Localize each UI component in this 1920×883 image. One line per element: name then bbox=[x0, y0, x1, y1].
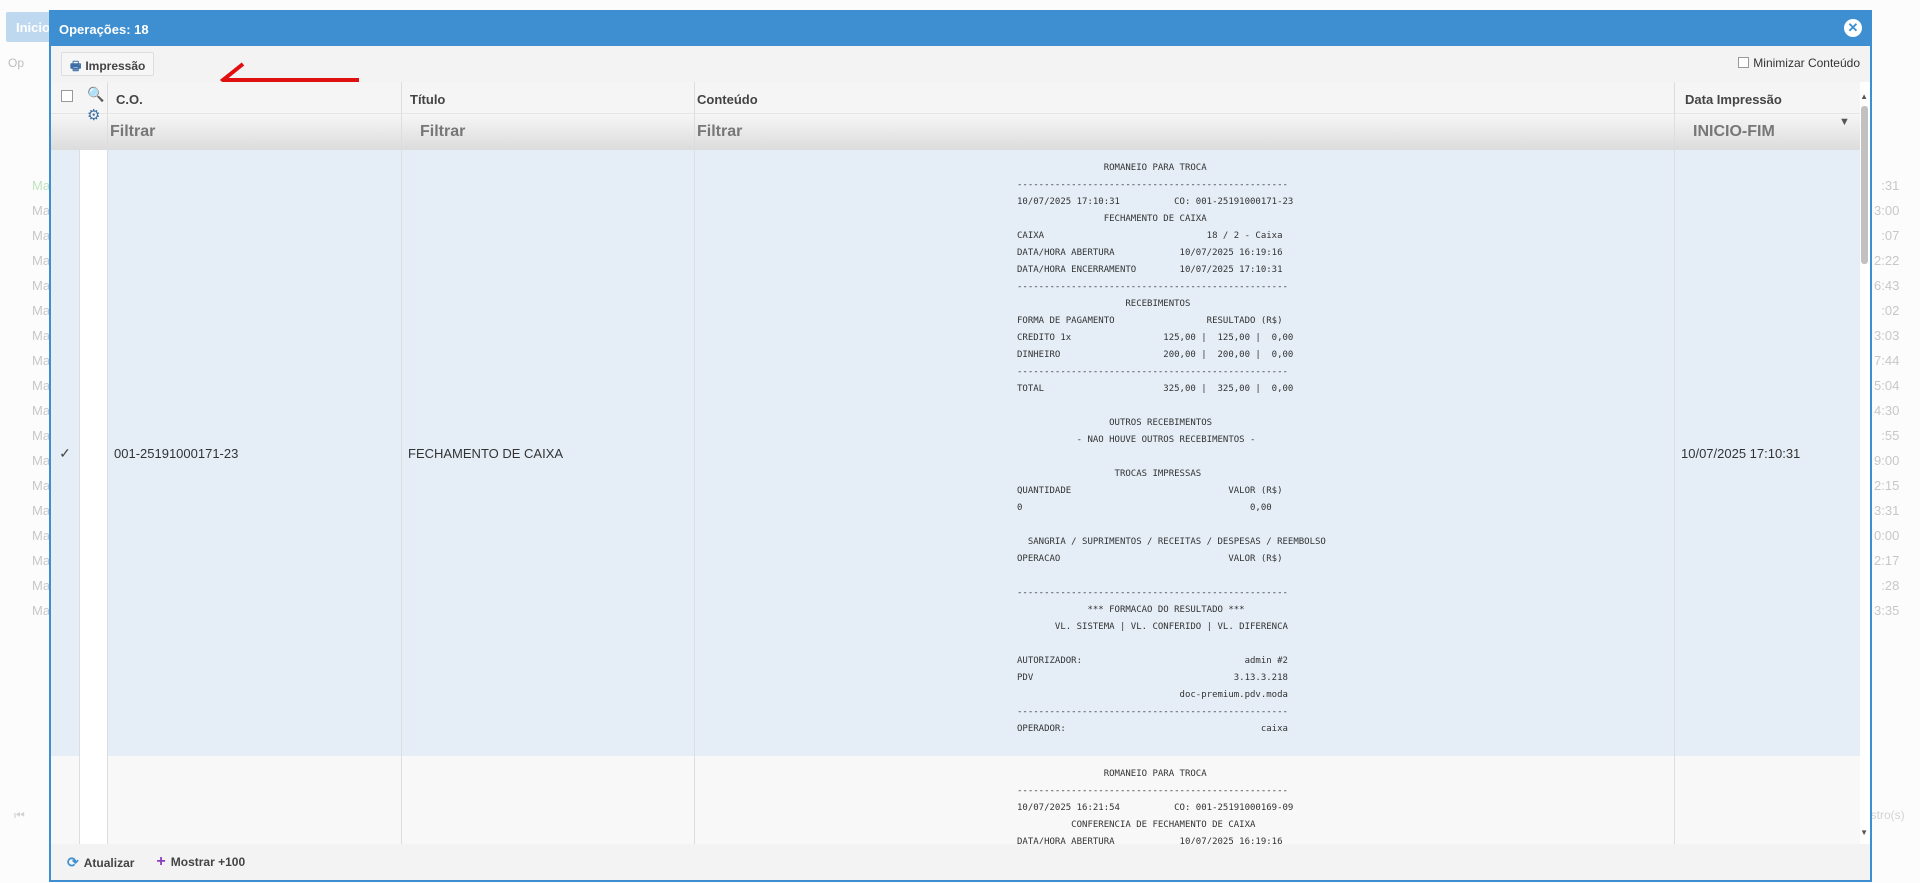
minimize-label: Minimizar Conteúdo bbox=[1753, 56, 1860, 70]
minimize-content-toggle[interactable]: Minimizar Conteúdo bbox=[1738, 56, 1860, 70]
check-icon: ✓ bbox=[59, 444, 71, 461]
filter-date-input[interactable]: INICIO-FIM bbox=[1674, 114, 1854, 150]
filter-title-input[interactable]: Filtrar bbox=[401, 114, 694, 150]
receipt-text: ROMANEIO PARA TROCA --------------------… bbox=[1017, 769, 1294, 846]
close-icon[interactable]: ✕ bbox=[1844, 19, 1862, 37]
row-select-checkbox[interactable]: ✓ bbox=[51, 150, 79, 756]
row-select-checkbox[interactable] bbox=[51, 756, 79, 846]
scroll-up-icon[interactable]: ▲ bbox=[1860, 92, 1868, 101]
refresh-button[interactable]: ⟳ Atualizar bbox=[67, 854, 134, 871]
filter-content-input[interactable]: Filtrar bbox=[694, 114, 1674, 150]
search-icon[interactable]: 🔍 bbox=[87, 86, 104, 103]
filter-select-cell bbox=[51, 114, 79, 150]
scrollbar-thumb[interactable] bbox=[1861, 106, 1868, 264]
row-date: 10/07/2025 17:10:31 bbox=[1674, 150, 1854, 756]
column-header-content[interactable]: Conteúdo bbox=[694, 82, 1674, 113]
row-co: 001-25191000171-23 bbox=[107, 150, 401, 756]
row-content: ROMANEIO PARA TROCA --------------------… bbox=[694, 150, 1674, 756]
modal-footer: ⟳ Atualizar + Mostrar +100 bbox=[51, 844, 1870, 880]
filter-co-input[interactable]: Filtrar bbox=[107, 114, 401, 150]
row-co bbox=[107, 756, 401, 846]
show-more-label: Mostrar +100 bbox=[170, 855, 246, 869]
refresh-label: Atualizar bbox=[83, 855, 135, 870]
modal-header: Operações: 18 ✕ bbox=[51, 12, 1870, 46]
column-header-date[interactable]: Data Impressão bbox=[1674, 82, 1854, 113]
gear-icon[interactable]: ⚙ bbox=[87, 106, 100, 124]
plus-icon: + bbox=[156, 853, 166, 870]
row-icons-cell bbox=[79, 756, 107, 846]
show-more-button[interactable]: + Mostrar +100 bbox=[156, 853, 245, 871]
operations-modal: Operações: 18 ✕ 🖶 Impressão Minimizar Con… bbox=[49, 10, 1872, 882]
row-title bbox=[401, 756, 694, 846]
print-button[interactable]: 🖶 Impressão bbox=[61, 52, 155, 76]
scroll-down-icon[interactable]: ▼ bbox=[1860, 828, 1868, 837]
row-title: FECHAMENTO DE CAIXA bbox=[401, 150, 694, 756]
table-row[interactable]: ROMANEIO PARA TROCA --------------------… bbox=[51, 756, 1870, 846]
minimize-checkbox[interactable] bbox=[1738, 57, 1750, 68]
row-icons-cell bbox=[79, 150, 107, 756]
filter-row: Filtrar Filtrar Filtrar INICIO-FIM bbox=[51, 114, 1870, 150]
printer-icon: 🖶 bbox=[70, 59, 82, 73]
operations-grid: C.O. Título Conteúdo Data Impressão Filt… bbox=[51, 82, 1870, 846]
modal-title: Operações: 18 bbox=[59, 22, 149, 37]
row-date bbox=[1674, 756, 1854, 846]
row-content: ROMANEIO PARA TROCA --------------------… bbox=[694, 756, 1674, 846]
chevron-down-icon[interactable]: ▼ bbox=[1839, 116, 1850, 128]
receipt-text: ROMANEIO PARA TROCA --------------------… bbox=[1017, 163, 1326, 734]
refresh-icon: ⟳ bbox=[67, 853, 79, 870]
column-header-co[interactable]: C.O. bbox=[107, 82, 401, 113]
column-header-title[interactable]: Título bbox=[401, 82, 694, 113]
select-all-checkbox[interactable] bbox=[61, 90, 73, 102]
column-header-row: C.O. Título Conteúdo Data Impressão bbox=[51, 82, 1870, 114]
print-button-label: Impressão bbox=[85, 59, 146, 73]
table-row[interactable]: ✓ 001-25191000171-23 FECHAMENTO DE CAIXA… bbox=[51, 150, 1870, 756]
